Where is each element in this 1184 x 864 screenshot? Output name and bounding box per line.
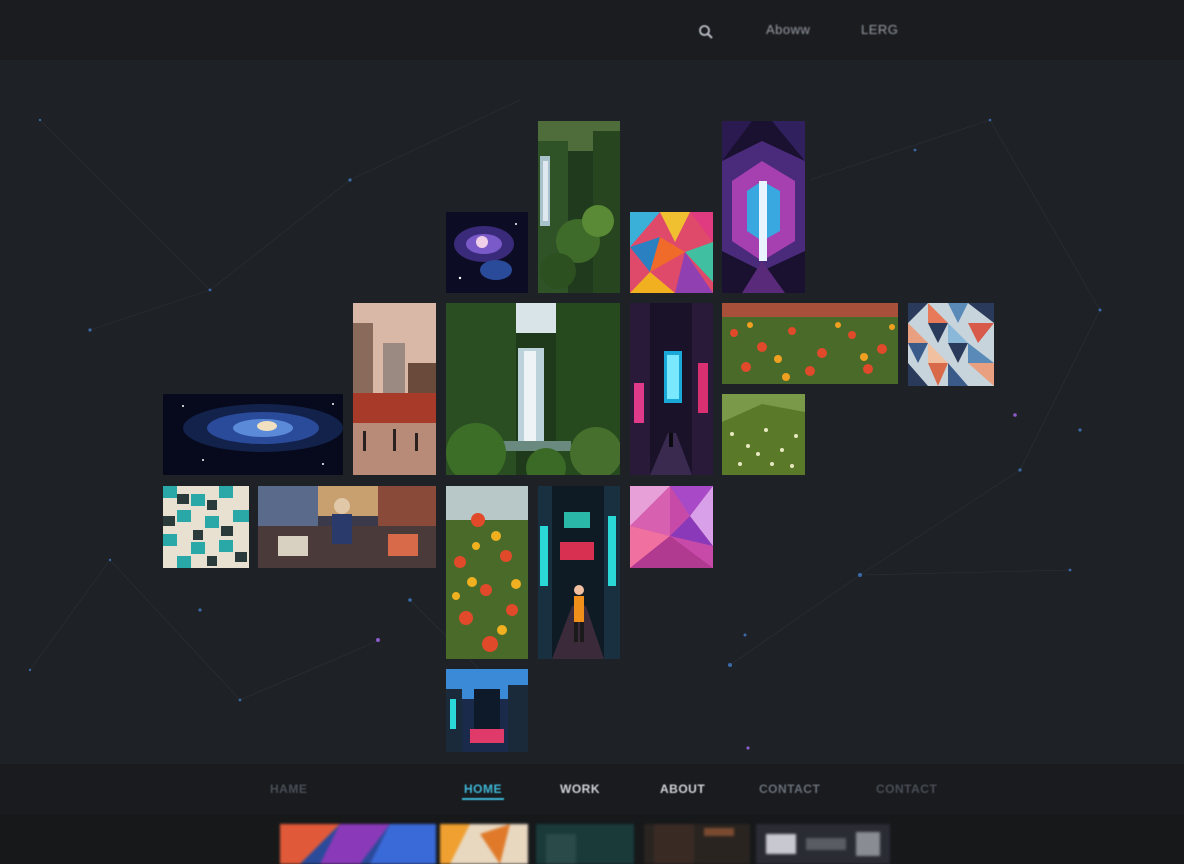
low-poly-pink-image [630, 486, 713, 568]
thumbnail[interactable] [756, 824, 890, 864]
gallery-tile[interactable] [446, 303, 620, 475]
gallery-tile[interactable] [258, 486, 436, 568]
thumbnail-image [644, 824, 750, 864]
nav-item-work[interactable]: WORK [560, 782, 600, 796]
thumbnail[interactable] [440, 824, 528, 864]
flower-field-image [722, 303, 898, 384]
waterfall-image [538, 121, 620, 293]
flower-field-tall-image [446, 486, 528, 659]
neon-alley-image [630, 303, 713, 475]
nav-item-about[interactable]: ABOUT [660, 782, 705, 796]
search-icon[interactable] [698, 24, 714, 40]
gallery-tile[interactable] [446, 486, 528, 659]
thumbnail-strip [0, 814, 1184, 864]
gallery-tile[interactable] [538, 486, 620, 659]
gallery-tile[interactable] [722, 303, 898, 384]
nav-item-home[interactable]: HOME [462, 782, 504, 800]
city-night-image [446, 669, 528, 752]
app-window: Aboww LERG HAME HOME WORK ABOUT CONTACT … [0, 0, 1184, 864]
topbar-link-lerg[interactable]: LERG [861, 22, 898, 37]
thumbnail[interactable] [536, 824, 634, 864]
waterfall-main-image [446, 303, 620, 475]
thumbnail-image [756, 824, 890, 864]
gallery-tile[interactable] [630, 212, 713, 293]
spiral-galaxy-image [163, 394, 343, 475]
gallery-tile[interactable] [353, 303, 436, 475]
gallery-tile[interactable] [630, 486, 713, 568]
thumbnail[interactable] [280, 824, 436, 864]
thumbnail-image [440, 824, 528, 864]
gallery-tile[interactable] [722, 121, 805, 293]
gallery-tile[interactable] [446, 669, 528, 752]
market-image [258, 486, 436, 568]
low-poly-image [630, 212, 713, 293]
gallery-tile[interactable] [446, 212, 528, 293]
gallery-tile[interactable] [722, 394, 805, 475]
triangle-pattern-image [908, 303, 994, 386]
gallery-tile[interactable] [163, 486, 249, 568]
nav-item-contact-secondary[interactable]: CONTACT [876, 782, 937, 796]
thumbnail-image [536, 824, 634, 864]
gallery-tile[interactable] [538, 121, 620, 293]
galaxy-image [446, 212, 528, 293]
gallery-tile[interactable] [630, 303, 713, 475]
green-field-image [722, 394, 805, 475]
bottom-navigation: HAME HOME WORK ABOUT CONTACT CONTACT [0, 764, 1184, 814]
city-street-image [353, 303, 436, 475]
mosaic-image [163, 486, 249, 568]
neon-street-image [538, 486, 620, 659]
thumbnail[interactable] [644, 824, 750, 864]
nav-item-hame[interactable]: HAME [270, 782, 307, 796]
topbar-link-about[interactable]: Aboww [766, 22, 810, 37]
nav-item-contact[interactable]: CONTACT [759, 782, 820, 796]
gallery-tile[interactable] [908, 303, 994, 386]
top-bar: Aboww LERG [0, 0, 1184, 60]
thumbnail-image [280, 824, 436, 864]
neon-geometric-image [722, 121, 805, 293]
gallery-tile[interactable] [163, 394, 343, 475]
